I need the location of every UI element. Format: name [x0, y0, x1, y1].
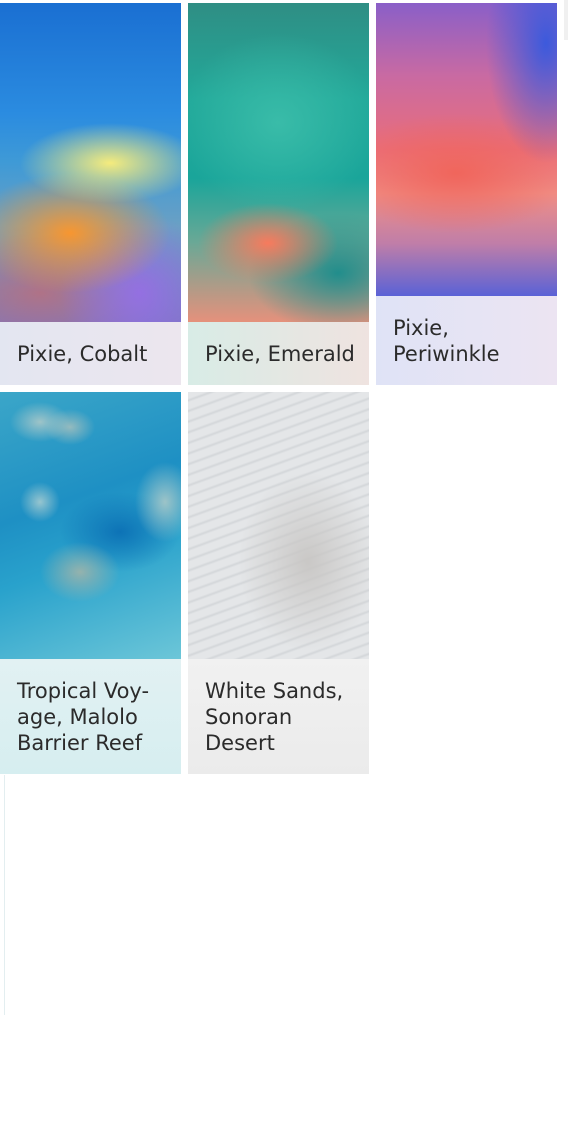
- wallpaper-caption-line: Pixie, Cobalt: [17, 342, 148, 366]
- wallpaper-caption-line: Periwinkle: [393, 342, 500, 366]
- wallpaper-caption: Pixie, Cobalt: [0, 322, 181, 385]
- wallpaper-tile-pixie-periwinkle[interactable]: Pixie, Periwinkle: [376, 3, 557, 385]
- wallpaper-tile-pixie-emerald[interactable]: Pixie, Emerald: [188, 3, 369, 385]
- wallpaper-tile-white-sands[interactable]: White Sands, Sonoran Desert: [188, 392, 369, 774]
- wallpaper-caption-line: Tropical Voy-: [17, 679, 150, 703]
- wallpaper-thumbnail: [188, 392, 369, 659]
- wallpaper-tile-pixie-cobalt[interactable]: Pixie, Cobalt: [0, 3, 181, 385]
- wallpaper-thumbnail: [188, 3, 369, 322]
- wallpaper-caption-line: Sonoran: [205, 705, 293, 729]
- wallpaper-caption: White Sands, Sonoran Desert: [188, 659, 369, 774]
- wallpaper-caption-line: age, Malolo: [17, 705, 138, 729]
- wallpaper-thumbnail: [376, 3, 557, 296]
- wallpaper-caption-line: Pixie,: [393, 316, 449, 340]
- scrollbar[interactable]: [564, 0, 568, 40]
- wallpaper-caption-line: Pixie, Emerald: [205, 342, 355, 366]
- divider: [4, 775, 5, 1015]
- wallpaper-caption: Tropical Voy- age, Malolo Barrier Reef: [0, 659, 181, 774]
- wallpaper-caption-line: Desert: [205, 731, 275, 755]
- wallpaper-grid: Pixie, Cobalt Pixie, Emerald Pixie, Peri…: [0, 0, 568, 1132]
- wallpaper-caption-line: White Sands,: [205, 679, 344, 703]
- wallpaper-thumbnail: [0, 392, 181, 659]
- wallpaper-caption: Pixie, Periwinkle: [376, 296, 557, 385]
- wallpaper-thumbnail: [0, 3, 181, 322]
- wallpaper-tile-tropical-voyage[interactable]: Tropical Voy- age, Malolo Barrier Reef: [0, 392, 181, 774]
- wallpaper-caption: Pixie, Emerald: [188, 322, 369, 385]
- wallpaper-caption-line: Barrier Reef: [17, 731, 143, 755]
